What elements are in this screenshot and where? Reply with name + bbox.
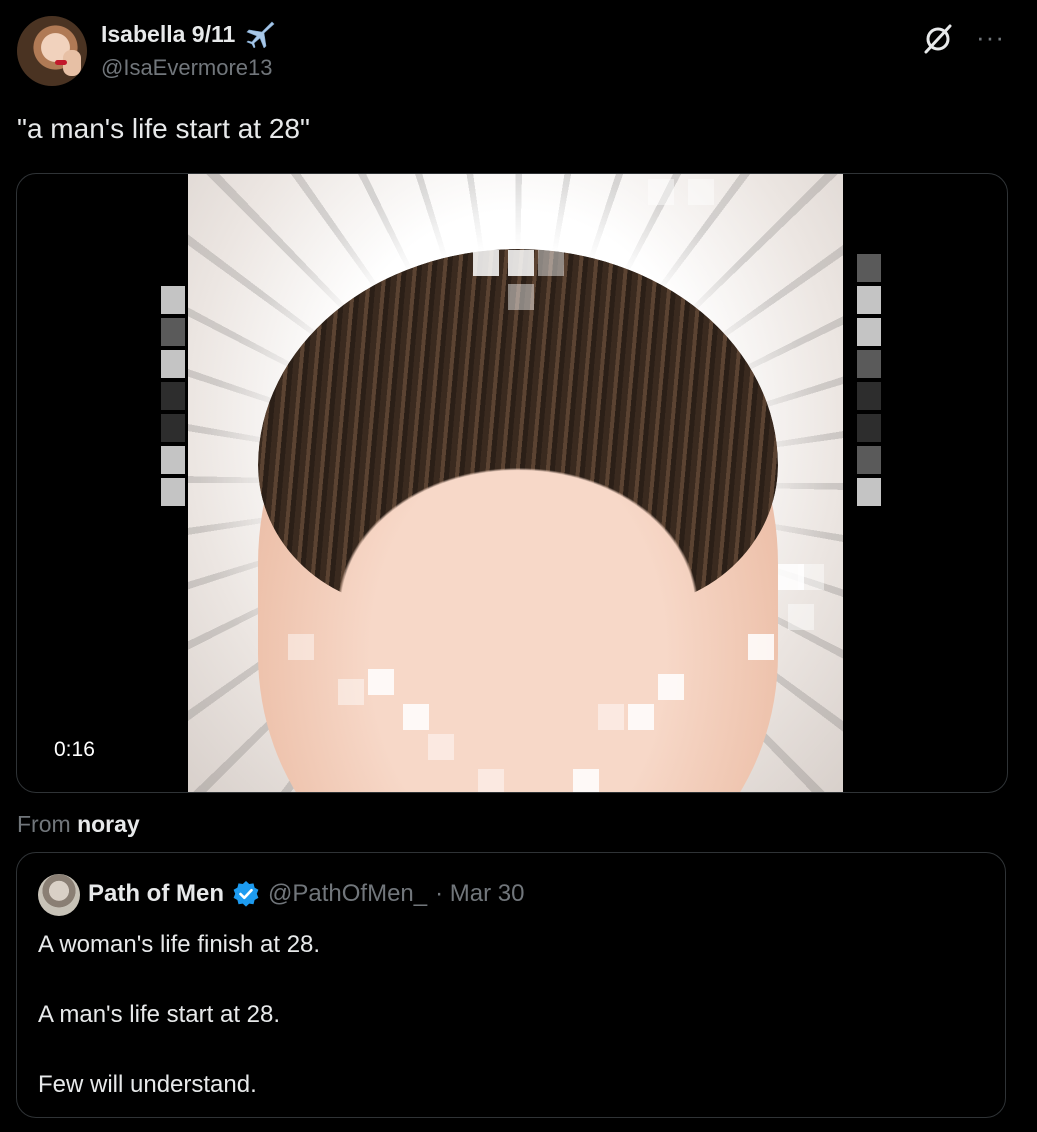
attribution-source-link[interactable]: noray [77,811,140,837]
more-icon[interactable]: ··· [976,22,1005,52]
quoted-line-3: Few will understand. [38,1071,257,1098]
video-frame [188,174,843,792]
grok-icon[interactable] [922,23,954,55]
airplane-icon [246,21,275,48]
quoted-author-name[interactable]: Path of Men [88,880,224,908]
quoted-tweet-card[interactable]: Path of Men @PathOfMen_ · Mar 30 A woman… [16,852,1006,1118]
quoted-tweet-text: A woman's life finish at 28. A man's lif… [38,927,320,1132]
quoted-line-2: A man's life start at 28. [38,1001,281,1028]
quoted-line-1: A woman's life finish at 28. [38,931,321,958]
author-display-name[interactable]: Isabella 9/11 [101,21,235,48]
video-duration-badge: 0:16 [38,734,111,766]
quoted-author-handle[interactable]: @PathOfMen_ [268,880,427,908]
pixel-glitch-right [857,254,881,510]
quoted-tweet-header: Path of Men @PathOfMen_ · Mar 30 [88,880,524,908]
quoted-tweet-date[interactable]: · Mar 30 [435,880,524,908]
tweet-text: "a man's life start at 28" [17,113,310,144]
quoted-author-avatar[interactable] [38,874,80,916]
video-player[interactable]: 0:16 [16,173,1008,793]
attribution-prefix: From [17,811,71,837]
tweet-page: Isabella 9/11 @IsaEvermore13 ··· "a man'… [0,0,1037,1132]
author-handle[interactable]: @IsaEvermore13 [101,55,273,81]
media-attribution: From noray [17,811,140,838]
verified-badge-icon[interactable] [232,880,260,908]
author-avatar[interactable] [17,16,87,86]
pixel-glitch-left [161,286,185,510]
author-name-row[interactable]: Isabella 9/11 [101,20,275,48]
